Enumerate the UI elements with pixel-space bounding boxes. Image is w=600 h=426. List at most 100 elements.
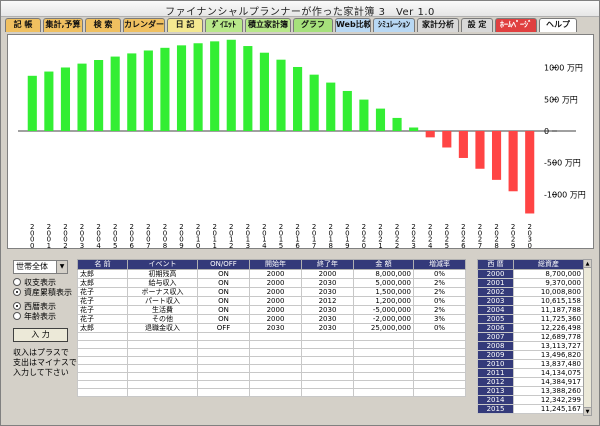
chevron-down-icon[interactable]: ▼ [56,261,67,273]
radio-age-icon[interactable] [13,312,21,320]
event-cell[interactable]: 生活費 [127,305,198,315]
event-cell[interactable] [77,388,128,397]
event-cell[interactable]: 太郎 [77,278,128,288]
event-cell[interactable] [197,332,250,341]
event-cell[interactable] [413,372,466,381]
event-cell[interactable] [197,364,250,373]
tab-0[interactable]: 記 帳 [5,18,41,32]
event-cell[interactable] [77,372,128,381]
event-cell[interactable] [77,356,128,365]
event-cell[interactable] [301,380,354,389]
event-cell[interactable]: 花子 [77,314,128,324]
event-cell[interactable]: 2000 [301,269,354,279]
tab-7[interactable]: グラフ [293,18,333,32]
event-col-header[interactable]: 名 前 [77,259,128,270]
event-cell[interactable]: 0% [413,269,466,279]
tab-10[interactable]: 家計分析 [417,18,459,32]
event-cell[interactable] [301,372,354,381]
event-cell[interactable] [249,332,302,341]
event-cell[interactable]: 2000 [249,278,302,288]
scroll-up-icon[interactable]: ▲ [584,260,591,268]
event-cell[interactable] [197,380,250,389]
event-row[interactable] [77,380,466,389]
event-cell[interactable]: 2030 [301,323,354,333]
event-cell[interactable] [301,332,354,341]
event-cell[interactable]: 太郎 [77,323,128,333]
event-cell[interactable] [413,380,466,389]
event-cell[interactable]: 2% [413,278,466,288]
event-row[interactable]: 花子 ボーナス収入 ON 2000 2030 1,500,000 2% [77,287,466,297]
event-cell[interactable]: 2% [413,287,466,297]
event-cell[interactable]: 花子 [77,287,128,297]
event-cell[interactable]: ON [197,314,250,324]
event-cell[interactable] [77,332,128,341]
event-cell[interactable]: -5,000,000 [353,305,414,315]
event-cell[interactable] [301,348,354,357]
event-cell[interactable]: 0% [413,296,466,306]
event-cell[interactable]: 3% [413,314,466,324]
tab-2[interactable]: 検 索 [85,18,121,32]
event-cell[interactable]: 2030 [301,305,354,315]
event-row[interactable]: 花子 その他 ON 2000 2030 -2,000,000 3% [77,314,466,324]
event-cell[interactable]: -2,000,000 [353,314,414,324]
event-row[interactable]: 太郎 初期残高 ON 2000 2000 8,000,000 0% [77,269,466,279]
event-cell[interactable]: ON [197,287,250,297]
event-cell[interactable] [127,364,198,373]
radio-western[interactable]: 西暦表示 [13,302,56,312]
event-cell[interactable] [413,364,466,373]
event-cell[interactable] [127,380,198,389]
event-row[interactable] [77,372,466,381]
tab-6[interactable]: 積立家計簿 [245,18,291,32]
event-row[interactable] [77,364,466,373]
event-cell[interactable] [197,340,250,349]
tab-1[interactable]: 集計,予算 [43,18,83,32]
event-cell[interactable] [301,364,354,373]
tab-4[interactable]: 日 記 [167,18,203,32]
event-cell[interactable] [301,356,354,365]
event-cell[interactable] [249,348,302,357]
event-cell[interactable]: ON [197,305,250,315]
year-table-scrollbar[interactable]: ▲ ▼ [583,259,592,416]
radio-balance[interactable]: 収支表示 [13,278,56,288]
scroll-down-icon[interactable]: ▼ [584,407,591,415]
tab-12[interactable]: ﾎｰﾑﾍﾟｰｼﾞ [495,18,537,32]
event-cell[interactable]: 5,000,000 [353,278,414,288]
event-row[interactable] [77,348,466,357]
event-cell[interactable] [353,340,414,349]
event-cell[interactable] [413,332,466,341]
event-cell[interactable]: 2030 [301,314,354,324]
event-cell[interactable] [249,364,302,373]
event-cell[interactable]: 2000 [249,296,302,306]
event-cell[interactable]: 花子 [77,305,128,315]
event-cell[interactable] [353,388,414,397]
tab-13[interactable]: ヘルプ [539,18,577,32]
radio-asset-icon[interactable] [13,288,21,296]
event-cell[interactable]: 2000 [249,305,302,315]
event-cell[interactable]: OFF [197,323,250,333]
event-cell[interactable] [77,380,128,389]
event-cell[interactable]: ON [197,269,250,279]
event-cell[interactable] [197,388,250,397]
event-cell[interactable]: 2030 [301,278,354,288]
tab-5[interactable]: ﾀﾞｲｴｯﾄ [205,18,243,32]
event-cell[interactable] [127,388,198,397]
event-row[interactable] [77,340,466,349]
event-cell[interactable] [353,356,414,365]
event-cell[interactable]: 初期残高 [127,269,198,279]
event-cell[interactable]: 2000 [249,269,302,279]
event-cell[interactable] [249,340,302,349]
event-cell[interactable]: 2030 [301,287,354,297]
event-row[interactable]: 花子 パート収入 ON 2000 2012 1,200,000 0% [77,296,466,306]
event-cell[interactable] [249,356,302,365]
event-cell[interactable] [353,372,414,381]
enter-button[interactable]: 入 力 [13,328,68,342]
event-row[interactable]: 太郎 退職金収入 OFF 2030 2030 25,000,000 0% [77,323,466,333]
event-cell[interactable] [127,348,198,357]
event-cell[interactable]: 給与収入 [127,278,198,288]
event-cell[interactable] [197,372,250,381]
event-cell[interactable] [77,340,128,349]
event-cell[interactable] [353,348,414,357]
event-cell[interactable] [127,340,198,349]
event-cell[interactable]: 8,000,000 [353,269,414,279]
radio-age[interactable]: 年齢表示 [13,312,56,322]
